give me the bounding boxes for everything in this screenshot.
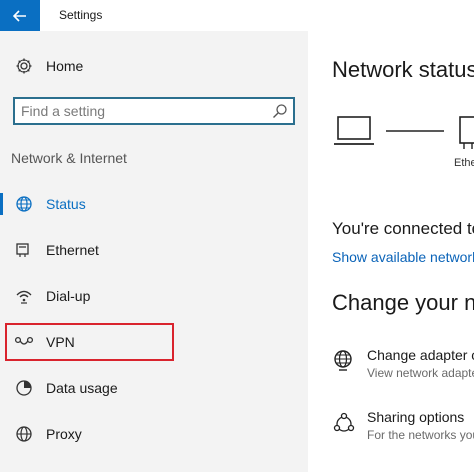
sidebar-item-dialup[interactable]: Dial-up xyxy=(0,278,308,314)
sidebar-item-label: Proxy xyxy=(46,426,82,442)
vpn-highlight-box xyxy=(5,323,174,361)
section-label: Network & Internet xyxy=(11,150,127,166)
sidebar-item-status[interactable]: Status xyxy=(0,186,308,222)
sidebar-item-ethernet[interactable]: Ethernet xyxy=(0,232,308,268)
ethernet-icon xyxy=(14,240,34,260)
title-bar: Settings xyxy=(0,0,474,31)
sharing-options-option[interactable]: Sharing options For the networks you con… xyxy=(332,409,474,449)
gear-icon xyxy=(14,56,34,76)
sharing-icon xyxy=(333,412,355,432)
diagram-label: Ethernet xyxy=(454,157,474,169)
sidebar-item-home[interactable]: Home xyxy=(0,48,308,84)
network-diagram xyxy=(334,116,474,149)
adapter-globe-icon xyxy=(334,350,352,371)
sidebar-item-label: Data usage xyxy=(46,380,118,396)
dialup-icon xyxy=(14,286,34,306)
section-title: Change your network settings xyxy=(332,290,474,315)
show-networks-link[interactable]: Show available networks xyxy=(332,249,474,265)
connection-status-text: You're connected to the Internet xyxy=(332,219,474,238)
sidebar-item-proxy[interactable]: Proxy xyxy=(0,416,308,452)
option-subtitle: View network adapters and change connect… xyxy=(367,366,474,380)
page-title: Network status xyxy=(332,57,474,82)
back-arrow-icon xyxy=(13,9,26,22)
data-usage-icon xyxy=(14,378,34,398)
option-title: Sharing options xyxy=(367,409,465,425)
sidebar-item-label: Ethernet xyxy=(46,242,99,258)
main-content: Network status Ethernet You're connected… xyxy=(308,31,474,472)
search-input[interactable] xyxy=(21,102,261,120)
window-title: Settings xyxy=(59,8,103,22)
sidebar-item-label: Home xyxy=(46,58,84,74)
computer-icon xyxy=(334,116,374,145)
change-adapter-option[interactable]: Change adapter options View network adap… xyxy=(332,347,474,387)
proxy-globe-icon xyxy=(14,424,34,444)
back-button[interactable] xyxy=(0,0,40,31)
option-subtitle: For the networks you connect to, decide … xyxy=(367,428,474,442)
sidebar-item-label: Status xyxy=(46,196,86,212)
sidebar-item-label: Dial-up xyxy=(46,288,91,304)
sidebar-item-data-usage[interactable]: Data usage xyxy=(0,370,308,406)
option-title: Change adapter options xyxy=(367,347,474,363)
search-box[interactable] xyxy=(13,97,295,125)
search-icon[interactable] xyxy=(272,103,288,119)
globe-icon xyxy=(14,194,34,214)
ethernet-adapter-icon xyxy=(459,116,474,149)
